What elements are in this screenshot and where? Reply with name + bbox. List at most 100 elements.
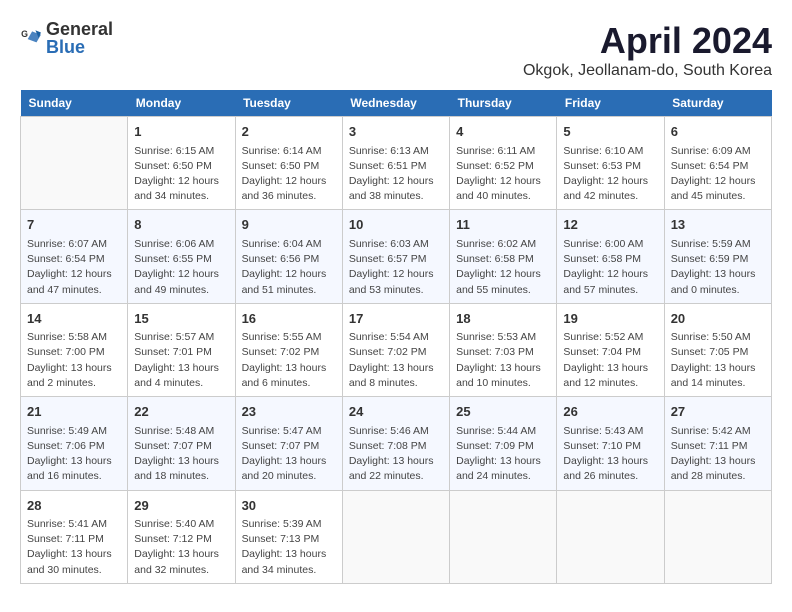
calendar-cell: 15Sunrise: 5:57 AMSunset: 7:01 PMDayligh… bbox=[128, 303, 235, 396]
day-info: Sunrise: 5:46 AMSunset: 7:08 PMDaylight:… bbox=[349, 424, 443, 485]
month-title: April 2024 bbox=[523, 20, 772, 62]
day-info: Sunrise: 5:57 AMSunset: 7:01 PMDaylight:… bbox=[134, 330, 228, 391]
day-info: Sunrise: 6:13 AMSunset: 6:51 PMDaylight:… bbox=[349, 144, 443, 205]
calendar-cell: 20Sunrise: 5:50 AMSunset: 7:05 PMDayligh… bbox=[664, 303, 771, 396]
day-number: 9 bbox=[242, 215, 336, 235]
calendar-cell: 30Sunrise: 5:39 AMSunset: 7:13 PMDayligh… bbox=[235, 490, 342, 583]
calendar-cell: 5Sunrise: 6:10 AMSunset: 6:53 PMDaylight… bbox=[557, 117, 664, 210]
page-header: G General Blue April 2024 Okgok, Jeollan… bbox=[20, 20, 772, 80]
day-info: Sunrise: 6:15 AMSunset: 6:50 PMDaylight:… bbox=[134, 144, 228, 205]
day-info: Sunrise: 5:59 AMSunset: 6:59 PMDaylight:… bbox=[671, 237, 765, 298]
weekday-header-sunday: Sunday bbox=[21, 90, 128, 117]
weekday-header-tuesday: Tuesday bbox=[235, 90, 342, 117]
day-number: 16 bbox=[242, 309, 336, 329]
week-row-2: 7Sunrise: 6:07 AMSunset: 6:54 PMDaylight… bbox=[21, 210, 772, 303]
calendar-cell: 9Sunrise: 6:04 AMSunset: 6:56 PMDaylight… bbox=[235, 210, 342, 303]
calendar-cell: 22Sunrise: 5:48 AMSunset: 7:07 PMDayligh… bbox=[128, 397, 235, 490]
weekday-header-saturday: Saturday bbox=[664, 90, 771, 117]
day-number: 1 bbox=[134, 122, 228, 142]
day-number: 17 bbox=[349, 309, 443, 329]
day-info: Sunrise: 5:50 AMSunset: 7:05 PMDaylight:… bbox=[671, 330, 765, 391]
calendar-cell: 6Sunrise: 6:09 AMSunset: 6:54 PMDaylight… bbox=[664, 117, 771, 210]
day-number: 11 bbox=[456, 215, 550, 235]
day-number: 6 bbox=[671, 122, 765, 142]
day-number: 12 bbox=[563, 215, 657, 235]
day-info: Sunrise: 6:11 AMSunset: 6:52 PMDaylight:… bbox=[456, 144, 550, 205]
day-number: 2 bbox=[242, 122, 336, 142]
calendar-cell: 7Sunrise: 6:07 AMSunset: 6:54 PMDaylight… bbox=[21, 210, 128, 303]
day-info: Sunrise: 5:54 AMSunset: 7:02 PMDaylight:… bbox=[349, 330, 443, 391]
day-info: Sunrise: 5:47 AMSunset: 7:07 PMDaylight:… bbox=[242, 424, 336, 485]
title-section: April 2024 Okgok, Jeollanam-do, South Ko… bbox=[523, 20, 772, 80]
day-info: Sunrise: 5:42 AMSunset: 7:11 PMDaylight:… bbox=[671, 424, 765, 485]
calendar-cell: 29Sunrise: 5:40 AMSunset: 7:12 PMDayligh… bbox=[128, 490, 235, 583]
weekday-header-row: SundayMondayTuesdayWednesdayThursdayFrid… bbox=[21, 90, 772, 117]
day-info: Sunrise: 5:53 AMSunset: 7:03 PMDaylight:… bbox=[456, 330, 550, 391]
week-row-4: 21Sunrise: 5:49 AMSunset: 7:06 PMDayligh… bbox=[21, 397, 772, 490]
calendar-cell: 25Sunrise: 5:44 AMSunset: 7:09 PMDayligh… bbox=[450, 397, 557, 490]
day-number: 24 bbox=[349, 402, 443, 422]
weekday-header-wednesday: Wednesday bbox=[342, 90, 449, 117]
day-number: 23 bbox=[242, 402, 336, 422]
day-number: 3 bbox=[349, 122, 443, 142]
calendar-cell: 1Sunrise: 6:15 AMSunset: 6:50 PMDaylight… bbox=[128, 117, 235, 210]
day-info: Sunrise: 5:58 AMSunset: 7:00 PMDaylight:… bbox=[27, 330, 121, 391]
day-number: 19 bbox=[563, 309, 657, 329]
day-number: 22 bbox=[134, 402, 228, 422]
week-row-5: 28Sunrise: 5:41 AMSunset: 7:11 PMDayligh… bbox=[21, 490, 772, 583]
day-info: Sunrise: 5:44 AMSunset: 7:09 PMDaylight:… bbox=[456, 424, 550, 485]
calendar-cell: 23Sunrise: 5:47 AMSunset: 7:07 PMDayligh… bbox=[235, 397, 342, 490]
day-info: Sunrise: 5:43 AMSunset: 7:10 PMDaylight:… bbox=[563, 424, 657, 485]
calendar-cell: 26Sunrise: 5:43 AMSunset: 7:10 PMDayligh… bbox=[557, 397, 664, 490]
calendar-cell: 3Sunrise: 6:13 AMSunset: 6:51 PMDaylight… bbox=[342, 117, 449, 210]
day-info: Sunrise: 6:10 AMSunset: 6:53 PMDaylight:… bbox=[563, 144, 657, 205]
calendar-cell: 10Sunrise: 6:03 AMSunset: 6:57 PMDayligh… bbox=[342, 210, 449, 303]
calendar-cell: 16Sunrise: 5:55 AMSunset: 7:02 PMDayligh… bbox=[235, 303, 342, 396]
logo-icon: G bbox=[20, 27, 42, 49]
day-info: Sunrise: 5:48 AMSunset: 7:07 PMDaylight:… bbox=[134, 424, 228, 485]
day-number: 21 bbox=[27, 402, 121, 422]
week-row-3: 14Sunrise: 5:58 AMSunset: 7:00 PMDayligh… bbox=[21, 303, 772, 396]
calendar-cell: 4Sunrise: 6:11 AMSunset: 6:52 PMDaylight… bbox=[450, 117, 557, 210]
day-number: 25 bbox=[456, 402, 550, 422]
day-info: Sunrise: 5:55 AMSunset: 7:02 PMDaylight:… bbox=[242, 330, 336, 391]
day-info: Sunrise: 6:07 AMSunset: 6:54 PMDaylight:… bbox=[27, 237, 121, 298]
day-number: 5 bbox=[563, 122, 657, 142]
calendar-cell: 17Sunrise: 5:54 AMSunset: 7:02 PMDayligh… bbox=[342, 303, 449, 396]
day-number: 18 bbox=[456, 309, 550, 329]
calendar-cell bbox=[557, 490, 664, 583]
svg-text:G: G bbox=[21, 29, 28, 39]
calendar-table: SundayMondayTuesdayWednesdayThursdayFrid… bbox=[20, 90, 772, 584]
day-info: Sunrise: 6:09 AMSunset: 6:54 PMDaylight:… bbox=[671, 144, 765, 205]
day-number: 27 bbox=[671, 402, 765, 422]
day-number: 20 bbox=[671, 309, 765, 329]
day-info: Sunrise: 6:02 AMSunset: 6:58 PMDaylight:… bbox=[456, 237, 550, 298]
day-info: Sunrise: 5:49 AMSunset: 7:06 PMDaylight:… bbox=[27, 424, 121, 485]
calendar-cell: 19Sunrise: 5:52 AMSunset: 7:04 PMDayligh… bbox=[557, 303, 664, 396]
weekday-header-thursday: Thursday bbox=[450, 90, 557, 117]
calendar-cell: 28Sunrise: 5:41 AMSunset: 7:11 PMDayligh… bbox=[21, 490, 128, 583]
calendar-cell: 18Sunrise: 5:53 AMSunset: 7:03 PMDayligh… bbox=[450, 303, 557, 396]
day-info: Sunrise: 6:06 AMSunset: 6:55 PMDaylight:… bbox=[134, 237, 228, 298]
logo-blue-text: Blue bbox=[46, 38, 113, 56]
day-info: Sunrise: 6:00 AMSunset: 6:58 PMDaylight:… bbox=[563, 237, 657, 298]
day-info: Sunrise: 6:04 AMSunset: 6:56 PMDaylight:… bbox=[242, 237, 336, 298]
calendar-cell: 13Sunrise: 5:59 AMSunset: 6:59 PMDayligh… bbox=[664, 210, 771, 303]
day-info: Sunrise: 5:52 AMSunset: 7:04 PMDaylight:… bbox=[563, 330, 657, 391]
day-number: 26 bbox=[563, 402, 657, 422]
day-number: 14 bbox=[27, 309, 121, 329]
weekday-header-monday: Monday bbox=[128, 90, 235, 117]
calendar-cell: 8Sunrise: 6:06 AMSunset: 6:55 PMDaylight… bbox=[128, 210, 235, 303]
day-number: 10 bbox=[349, 215, 443, 235]
day-number: 4 bbox=[456, 122, 550, 142]
calendar-cell bbox=[342, 490, 449, 583]
day-number: 15 bbox=[134, 309, 228, 329]
logo: G General Blue bbox=[20, 20, 113, 56]
day-number: 28 bbox=[27, 496, 121, 516]
calendar-cell: 14Sunrise: 5:58 AMSunset: 7:00 PMDayligh… bbox=[21, 303, 128, 396]
day-info: Sunrise: 6:03 AMSunset: 6:57 PMDaylight:… bbox=[349, 237, 443, 298]
logo-general-text: General bbox=[46, 20, 113, 38]
day-number: 13 bbox=[671, 215, 765, 235]
calendar-cell bbox=[450, 490, 557, 583]
day-number: 7 bbox=[27, 215, 121, 235]
